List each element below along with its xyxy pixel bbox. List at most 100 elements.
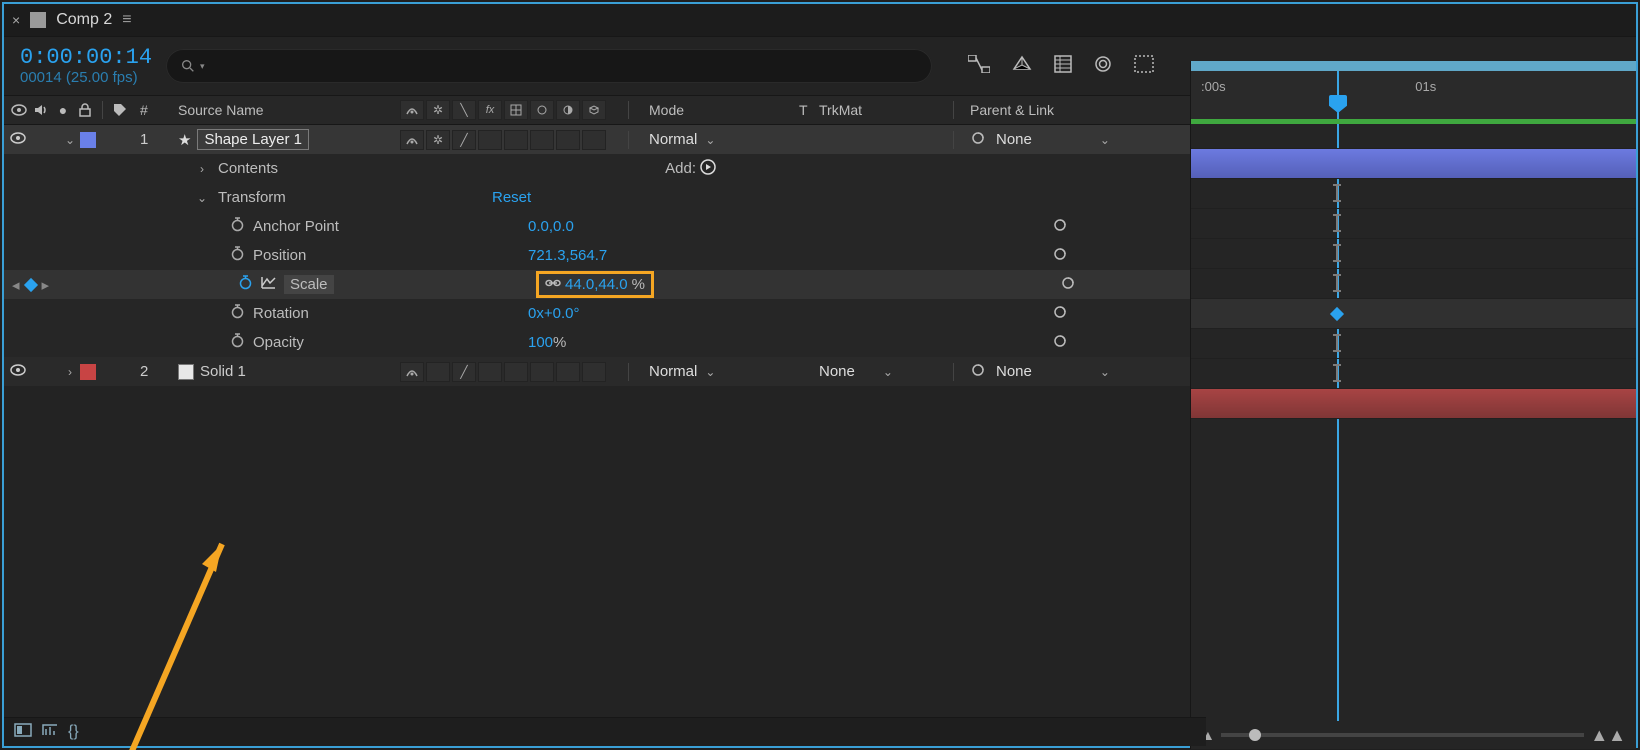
stopwatch-icon[interactable] bbox=[230, 217, 245, 236]
zoom-in-icon[interactable]: ▲▲ bbox=[1590, 725, 1626, 746]
search-input[interactable]: ▾ bbox=[166, 49, 932, 83]
pickwhip-icon[interactable] bbox=[970, 130, 986, 150]
graph-icon[interactable] bbox=[261, 276, 276, 293]
col-t: T bbox=[799, 102, 819, 118]
timeline-zoom[interactable]: ▲ ▲▲ bbox=[1201, 727, 1626, 743]
video-icon[interactable] bbox=[10, 101, 28, 119]
keyframe-icon[interactable] bbox=[23, 277, 37, 291]
current-timecode[interactable]: 0:00:00:14 bbox=[20, 46, 152, 70]
comp-tab-title[interactable]: Comp 2 bbox=[56, 11, 112, 29]
rotation-value[interactable]: 0x+0.0° bbox=[528, 305, 579, 322]
prev-keyframe-icon[interactable]: ◂ bbox=[12, 276, 20, 294]
stopwatch-icon[interactable] bbox=[238, 275, 253, 294]
label-color[interactable] bbox=[80, 132, 96, 148]
frame-blend-col-icon[interactable] bbox=[504, 100, 528, 120]
frame-blend-icon[interactable] bbox=[1054, 55, 1072, 77]
zoom-thumb[interactable] bbox=[1249, 729, 1261, 741]
solo-icon[interactable]: ● bbox=[54, 101, 72, 119]
work-area-bar[interactable] bbox=[1191, 61, 1636, 71]
cached-region bbox=[1191, 119, 1636, 124]
opacity-value[interactable]: 100 bbox=[528, 334, 553, 351]
anchor-value[interactable]: 0.0,0.0 bbox=[528, 218, 574, 235]
twirl-down-icon[interactable]: ⌄ bbox=[62, 133, 78, 147]
stopwatch-icon[interactable] bbox=[230, 304, 245, 323]
pickwhip-icon[interactable] bbox=[1052, 304, 1068, 324]
graph-editor-icon[interactable] bbox=[1134, 55, 1154, 77]
ruler-tick: :00s bbox=[1201, 79, 1226, 94]
lock-icon[interactable] bbox=[76, 101, 94, 119]
trkmat-dropdown[interactable]: None⌄ bbox=[819, 363, 893, 380]
motion-blur-col-icon[interactable] bbox=[530, 100, 554, 120]
add-label: Add: bbox=[665, 160, 696, 177]
fx-icon[interactable]: fx bbox=[478, 100, 502, 120]
motion-blur-icon[interactable] bbox=[1094, 55, 1112, 77]
label-icon[interactable] bbox=[111, 101, 129, 119]
expression-icon bbox=[1336, 276, 1338, 290]
transform-label: Transform bbox=[218, 189, 286, 206]
col-source-name[interactable]: Source Name bbox=[178, 102, 400, 118]
layer-bar[interactable] bbox=[1191, 389, 1636, 418]
timeline[interactable]: :00s 01s ▲ ▲▲ bbox=[1190, 61, 1636, 749]
collapse-toggle[interactable]: ✲ bbox=[426, 130, 450, 150]
quality-toggle[interactable]: ╱ bbox=[452, 362, 476, 382]
quality-toggle[interactable]: ╱ bbox=[452, 130, 476, 150]
search-dropdown-icon[interactable]: ▾ bbox=[200, 61, 205, 72]
shy-icon[interactable] bbox=[400, 100, 424, 120]
col-index: # bbox=[140, 102, 178, 118]
brackets-icon[interactable]: {} bbox=[68, 723, 79, 741]
keyframe-diamond[interactable] bbox=[1330, 307, 1344, 321]
shy-toggle[interactable] bbox=[400, 130, 424, 150]
visibility-toggle[interactable] bbox=[10, 131, 26, 148]
collapse-transform-icon[interactable]: ✲ bbox=[426, 100, 450, 120]
draft3d-icon[interactable] bbox=[1012, 55, 1032, 77]
parent-dropdown[interactable]: None⌄ bbox=[996, 131, 1110, 148]
quality-icon[interactable]: ╲ bbox=[452, 100, 476, 120]
pickwhip-icon[interactable] bbox=[1052, 333, 1068, 353]
col-trkmat: TrkMat bbox=[819, 102, 949, 118]
solid-icon bbox=[178, 364, 194, 380]
adjustment-icon[interactable] bbox=[556, 100, 580, 120]
layer-name[interactable]: Shape Layer 1 bbox=[197, 129, 309, 150]
add-menu-icon[interactable] bbox=[700, 159, 716, 179]
layer-name[interactable]: Solid 1 bbox=[200, 363, 246, 380]
layer-index: 1 bbox=[140, 131, 178, 148]
tab-menu-icon[interactable]: ≡ bbox=[122, 11, 131, 29]
col-switches: ✲ ╲ fx bbox=[400, 100, 624, 120]
ruler-tick: 01s bbox=[1415, 79, 1436, 94]
time-ruler[interactable]: :00s 01s bbox=[1191, 61, 1636, 120]
next-keyframe-icon[interactable]: ▸ bbox=[42, 276, 50, 294]
twirl-right-icon[interactable]: › bbox=[194, 162, 210, 176]
expression-icon bbox=[1336, 366, 1338, 380]
shy-toggle[interactable] bbox=[400, 362, 424, 382]
twirl-down-icon[interactable]: ⌄ bbox=[194, 191, 210, 205]
visibility-toggle[interactable] bbox=[10, 363, 26, 380]
3d-icon[interactable] bbox=[582, 100, 606, 120]
comp-flowchart-icon[interactable] bbox=[968, 55, 990, 77]
audio-icon[interactable] bbox=[32, 101, 50, 119]
layer-bar[interactable] bbox=[1191, 149, 1636, 178]
position-value[interactable]: 721.3,564.7 bbox=[528, 247, 607, 264]
blend-mode-dropdown[interactable]: Normal⌄ bbox=[649, 131, 715, 148]
pickwhip-icon[interactable] bbox=[970, 362, 986, 382]
scale-value-box[interactable]: 44.0,44.0% bbox=[536, 271, 654, 298]
render-queue-icon[interactable] bbox=[42, 723, 58, 741]
frame-info: 00014 (25.00 fps) bbox=[20, 70, 152, 87]
stopwatch-icon[interactable] bbox=[230, 246, 245, 265]
prop-label: Position bbox=[253, 247, 306, 264]
label-color[interactable] bbox=[80, 364, 96, 380]
expression-icon bbox=[1336, 336, 1338, 350]
parent-dropdown[interactable]: None⌄ bbox=[996, 363, 1110, 380]
stopwatch-icon[interactable] bbox=[230, 333, 245, 352]
prop-label: Rotation bbox=[253, 305, 309, 322]
close-panel-icon[interactable]: × bbox=[12, 12, 20, 28]
expression-icon bbox=[1336, 216, 1338, 230]
pickwhip-icon[interactable] bbox=[1052, 246, 1068, 266]
contents-label: Contents bbox=[218, 160, 278, 177]
toggle-switches-icon[interactable] bbox=[14, 723, 32, 741]
blend-mode-dropdown[interactable]: Normal⌄ bbox=[649, 363, 715, 380]
pickwhip-icon[interactable] bbox=[1060, 275, 1076, 295]
constrain-icon[interactable] bbox=[545, 276, 561, 293]
reset-button[interactable]: Reset bbox=[492, 189, 531, 206]
twirl-right-icon[interactable]: › bbox=[62, 365, 78, 379]
pickwhip-icon[interactable] bbox=[1052, 217, 1068, 237]
